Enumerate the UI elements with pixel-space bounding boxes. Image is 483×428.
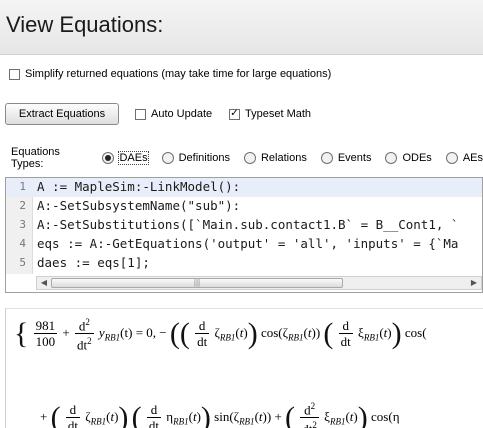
- radio-aes-dot[interactable]: [445, 152, 458, 164]
- scroll-right-icon[interactable]: ▶: [467, 277, 481, 289]
- auto-update-label: Auto Update: [151, 108, 213, 120]
- radio-events-label: Events: [337, 152, 372, 164]
- simplify-checkbox-row[interactable]: Simplify returned equations (may take ti…: [9, 68, 331, 80]
- page-title: View Equations:: [6, 12, 164, 37]
- radio-aes[interactable]: AEs: [445, 152, 483, 164]
- code-line[interactable]: 2 A:-SetSubsystemName("sub"):: [6, 197, 482, 216]
- code-text: A := MapleSim:-LinkModel():: [37, 179, 241, 194]
- radio-relations[interactable]: Relations: [243, 152, 307, 164]
- radio-odes[interactable]: ODEs: [385, 152, 432, 164]
- auto-update-row[interactable]: Auto Update: [135, 108, 212, 120]
- equals-sign: = 0, −: [135, 324, 167, 340]
- typeset-math-checkbox[interactable]: ✓: [229, 108, 240, 120]
- fraction-981-100: 981 100: [33, 318, 58, 350]
- code-line[interactable]: 4 eqs := A:-GetEquations('output' = 'all…: [6, 235, 482, 254]
- typeset-math-label: Typeset Math: [245, 108, 312, 120]
- radio-definitions-label: Definitions: [178, 152, 230, 164]
- auto-update-checkbox[interactable]: [135, 108, 146, 120]
- simplify-checkbox[interactable]: [9, 68, 20, 80]
- typeset-math-row[interactable]: ✓ Typeset Math: [229, 108, 311, 120]
- radio-daes[interactable]: DAEs: [102, 151, 149, 165]
- radio-daes-dot[interactable]: [102, 152, 115, 164]
- equation-types-row: Equations Types: DAEs Definitions Relati…: [11, 146, 483, 170]
- plus-sign: +: [62, 324, 70, 340]
- radio-relations-dot[interactable]: [243, 152, 256, 164]
- math-output-area: { 981 100 + d2 dt2 yRB1(t) = 0, − (( d dt…: [5, 308, 483, 428]
- code-line[interactable]: 1 A := MapleSim:-LinkModel():: [6, 178, 482, 197]
- scroll-thumb[interactable]: |||: [51, 278, 343, 288]
- equation-row-2: + ( d dt ζRB1(t)) ( d dt ηRB1(t)) sin(ζRB1…: [40, 400, 400, 428]
- simplify-label: Simplify returned equations (may take ti…: [25, 68, 332, 80]
- radio-aes-label: AEs: [462, 152, 483, 164]
- line-number: 5: [19, 256, 26, 269]
- radio-events[interactable]: Events: [320, 152, 372, 164]
- second-derivative: d2 dt2: [75, 317, 94, 353]
- line-number: 4: [19, 237, 26, 250]
- code-line[interactable]: 3 A:-SetSubstitutions([`Main.sub.contact…: [6, 216, 482, 235]
- line-number: 1: [19, 180, 26, 193]
- radio-daes-label: DAEs: [118, 151, 149, 165]
- radio-definitions-dot[interactable]: [161, 152, 174, 164]
- extract-equations-button[interactable]: Extract Equations: [5, 103, 119, 125]
- code-text: A:-SetSubstitutions([`Main.sub.contact1.…: [37, 217, 459, 232]
- code-line[interactable]: 5 daes := eqs[1];: [6, 254, 482, 273]
- line-number: 2: [19, 199, 26, 212]
- radio-definitions[interactable]: Definitions: [161, 152, 230, 164]
- scroll-left-icon[interactable]: ◀: [37, 277, 51, 289]
- derivative: d dt: [195, 318, 210, 350]
- open-brace-icon: {: [14, 316, 29, 350]
- equation-types-label: Equations Types:: [11, 146, 60, 170]
- radio-relations-label: Relations: [260, 152, 307, 164]
- panel-header: View Equations:: [0, 0, 483, 55]
- line-number: 3: [19, 218, 26, 231]
- code-text: A:-SetSubsystemName("sub"):: [37, 198, 241, 213]
- equation-row-1: { 981 100 + d2 dt2 yRB1(t) = 0, − (( d dt…: [14, 316, 427, 353]
- code-text: eqs := A:-GetEquations('output' = 'all',…: [37, 236, 459, 251]
- horizontal-scrollbar[interactable]: ◀ ||| ▶: [36, 276, 482, 290]
- radio-odes-dot[interactable]: [385, 152, 398, 164]
- radio-odes-label: ODEs: [402, 152, 432, 164]
- code-text: daes := eqs[1];: [37, 255, 150, 270]
- radio-events-dot[interactable]: [320, 152, 333, 164]
- code-editor[interactable]: 1 A := MapleSim:-LinkModel(): 2 A:-SetSu…: [5, 177, 483, 293]
